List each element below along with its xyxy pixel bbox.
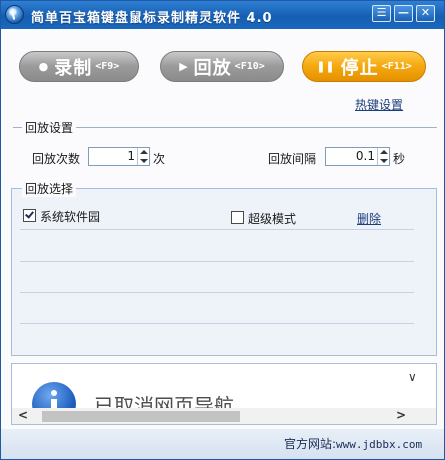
playback-interval-label: 回放间隔	[268, 152, 317, 166]
checkmark-icon	[25, 209, 34, 219]
stop-hotkey: <F11>	[381, 61, 412, 72]
scroll-down-icon[interactable]: ∨	[408, 370, 417, 384]
menu-button[interactable]: ☰	[372, 5, 391, 22]
super-mode-label: 超级模式	[248, 212, 297, 226]
record-dot-icon: ●	[38, 60, 49, 73]
scrollbar-thumb[interactable]	[42, 411, 240, 422]
item-checkbox[interactable]	[23, 209, 36, 222]
spin-down-icon[interactable]	[380, 159, 388, 163]
list-row-divider	[20, 292, 414, 293]
window-title: 简单百宝箱键盘鼠标录制精灵软件 4.0	[31, 11, 273, 26]
playback-selection-title: 回放选择	[22, 180, 77, 197]
title-bar[interactable]: 简单百宝箱键盘鼠标录制精灵软件 4.0 ☰ — ✕	[1, 1, 444, 29]
replay-button[interactable]: ▶ 回放 <F10>	[160, 51, 284, 82]
stop-button[interactable]: ❚❚ 停止 <F11>	[302, 51, 426, 82]
scroll-left-icon[interactable]: <	[18, 408, 28, 422]
playback-count-value: 1	[127, 149, 135, 163]
spin-arrows[interactable]	[377, 148, 389, 165]
playback-count-stepper[interactable]: 1	[88, 147, 150, 166]
stop-label: 停止	[340, 57, 379, 79]
playback-interval-unit: 秒	[393, 152, 406, 166]
website-url[interactable]: www.jdbbx.com	[336, 438, 422, 451]
website-link[interactable]: 官方网站:www.jdbbx.com	[284, 435, 422, 452]
spin-down-icon[interactable]	[140, 159, 148, 163]
horizontal-scrollbar[interactable]: < >	[12, 408, 436, 424]
list-item-label: 系统软件园	[40, 210, 101, 224]
spin-up-icon[interactable]	[140, 150, 148, 154]
close-button[interactable]: ✕	[416, 5, 435, 22]
list-row-divider	[20, 229, 414, 230]
record-button[interactable]: ● 录制 <F9>	[19, 51, 139, 82]
playback-interval-value: 0.1	[355, 149, 375, 163]
website-label: 官方网站:	[284, 437, 337, 451]
playback-count-unit: 次	[153, 152, 166, 166]
playback-settings-title: 回放设置	[22, 119, 77, 136]
scroll-right-icon[interactable]: >	[396, 408, 406, 422]
minimize-button[interactable]: —	[394, 5, 413, 22]
list-row-divider	[20, 261, 414, 262]
replay-label: 回放	[193, 57, 232, 79]
playback-interval-stepper[interactable]: 0.1	[325, 147, 390, 166]
record-hotkey: <F9>	[95, 61, 120, 72]
app-logo-icon	[5, 5, 24, 24]
spin-up-icon[interactable]	[380, 150, 388, 154]
section-divider	[13, 127, 437, 128]
replay-hotkey: <F10>	[234, 61, 265, 72]
pause-icon: ❚❚	[316, 60, 335, 73]
spin-arrows[interactable]	[137, 148, 149, 165]
super-mode-checkbox[interactable]	[231, 211, 244, 224]
hotkey-settings-link[interactable]: 热键设置	[355, 96, 403, 113]
play-icon: ▶	[179, 60, 188, 73]
app-window: 简单百宝箱键盘鼠标录制精灵软件 4.0 ☰ — ✕ ● 录制 <F9> ▶ 回放…	[0, 0, 445, 460]
status-bar: 官方网站:www.jdbbx.com	[1, 429, 444, 459]
playback-count-label: 回放次数	[32, 152, 81, 166]
record-label: 录制	[54, 57, 93, 79]
delete-link[interactable]: 删除	[357, 210, 381, 227]
list-row-divider	[20, 323, 414, 324]
browser-pane[interactable]: 已取消网页导航 ∨ < >	[11, 363, 437, 425]
